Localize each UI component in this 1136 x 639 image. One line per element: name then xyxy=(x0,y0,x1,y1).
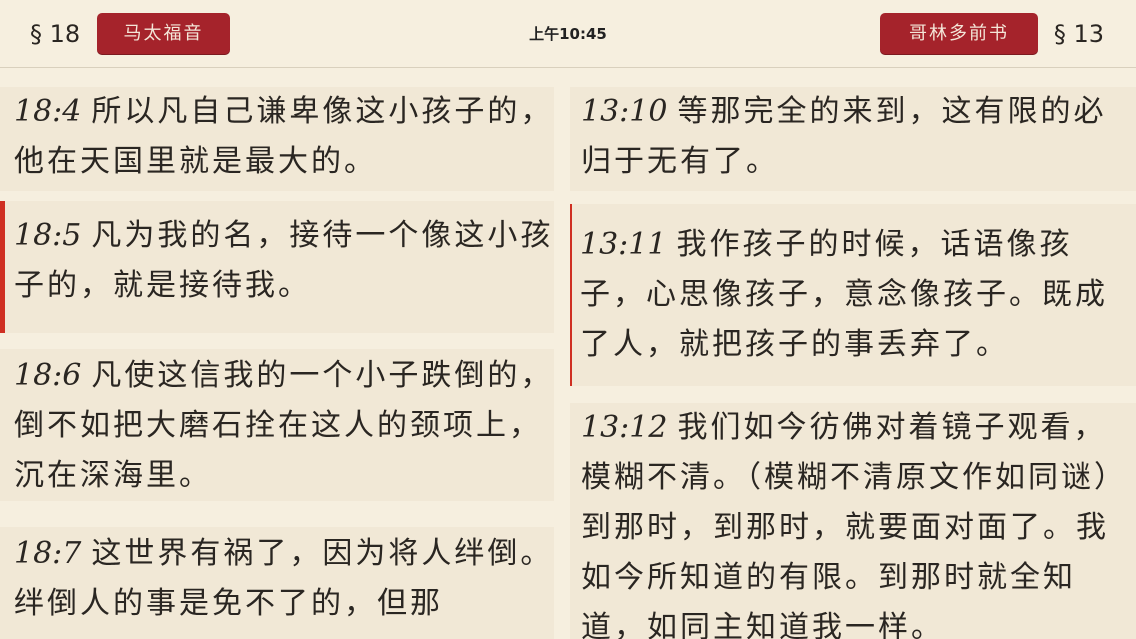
verse-block[interactable]: 18:7 这世界有祸了，因为将人绊倒。绊倒人的事是免不了的，但那 xyxy=(0,527,554,639)
verse-block[interactable]: 18:4 所以凡自己谦卑像这小孩子的，他在天国里就是最大的。 xyxy=(0,87,554,191)
verse-block[interactable]: 13:12 我们如今彷佛对着镜子观看，模糊不清。（模糊不清原文作如同谜）到那时，到… xyxy=(570,403,1136,639)
verse-block-selected[interactable]: 13:11 我作孩子的时候，话语像孩子，心思像孩子，意念像孩子。既成了人，就把孩子… xyxy=(570,204,1136,386)
verse-reference: 13:10 xyxy=(581,94,668,129)
left-reading-column[interactable]: 18:4 所以凡自己谦卑像这小孩子的，他在天国里就是最大的。 18:5 凡为我的名，… xyxy=(0,69,560,639)
right-book-button[interactable]: 哥林多前书 xyxy=(880,13,1038,55)
verse-reference: 13:12 xyxy=(581,410,668,445)
verse-reference: 18:7 xyxy=(14,536,82,571)
right-reading-column[interactable]: 13:10 等那完全的来到，这有限的必归于无有了。 13:11 我作孩子的时候，话语… xyxy=(570,69,1136,639)
verse-block-selected[interactable]: 18:5 凡为我的名，接待一个像这小孩子的，就是接待我。 xyxy=(0,201,554,333)
verse-reference: 18:4 xyxy=(14,94,82,129)
verse-text: 这世界有祸了，因为将人绊倒。绊倒人的事是免不了的，但那 xyxy=(14,536,554,621)
verse-text: 凡使这信我的一个小子跌倒的，倒不如把大磨石拴在这人的颈项上，沉在深海里。 xyxy=(14,358,554,493)
verse-reference: 18:6 xyxy=(14,358,82,393)
verse-reference: 18:5 xyxy=(14,218,82,253)
right-section-number[interactable]: § 13 xyxy=(1054,19,1104,49)
verse-text: 所以凡自己谦卑像这小孩子的，他在天国里就是最大的。 xyxy=(14,94,554,179)
verse-block[interactable]: 18:6 凡使这信我的一个小子跌倒的，倒不如把大磨石拴在这人的颈项上，沉在深海里。 xyxy=(0,349,554,501)
top-navigation-bar: § 18 马太福音 上午10:45 哥林多前书 § 13 xyxy=(0,0,1136,68)
verse-block[interactable]: 13:10 等那完全的来到，这有限的必归于无有了。 xyxy=(570,87,1136,191)
verse-reference: 13:11 xyxy=(580,227,667,262)
verse-text: 凡为我的名，接待一个像这小孩子的，就是接待我。 xyxy=(14,218,554,303)
